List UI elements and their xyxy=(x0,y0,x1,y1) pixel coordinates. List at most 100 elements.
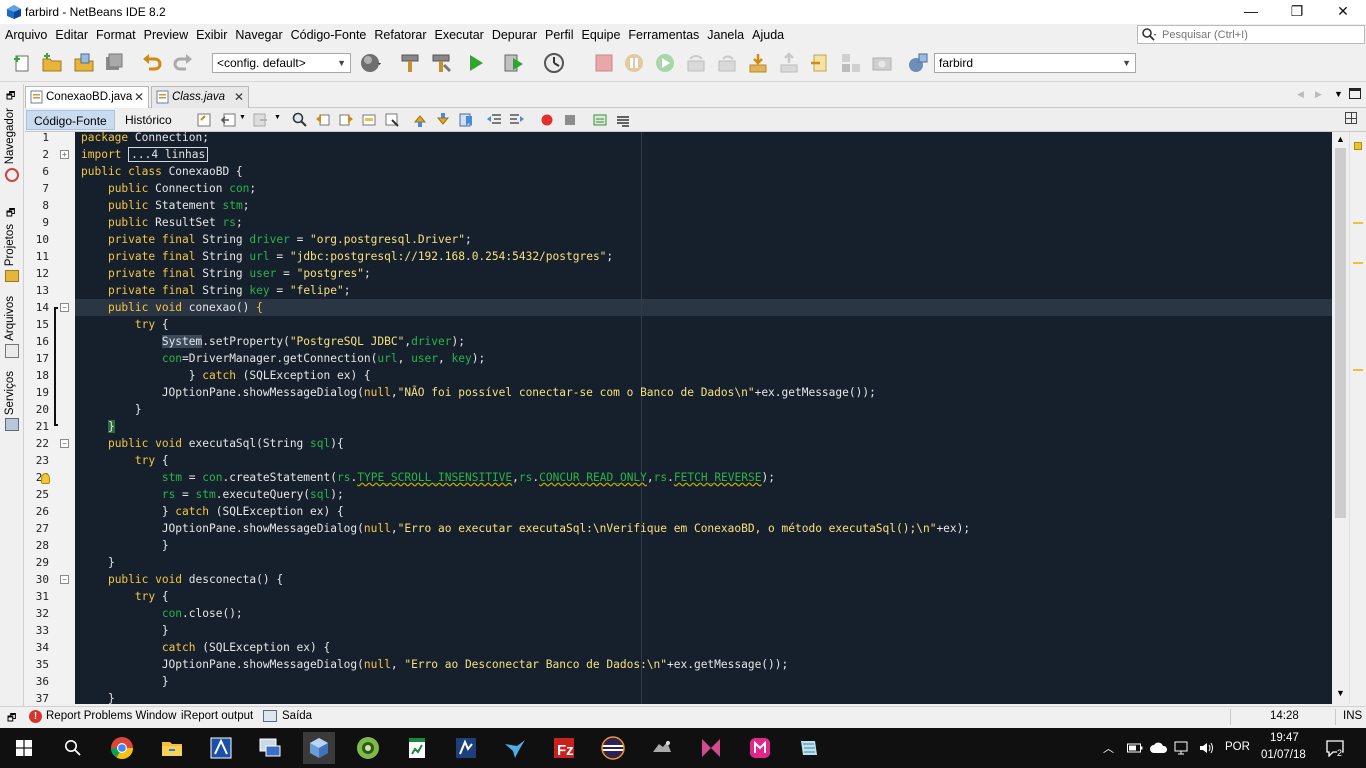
bird-app-icon[interactable] xyxy=(499,732,531,764)
code-line[interactable]: public void desconecta() { xyxy=(81,571,283,588)
find-selection-icon[interactable] xyxy=(360,111,378,129)
code-line[interactable]: } catch (SQLException ex) { xyxy=(81,367,371,384)
show-opened-documents-icon[interactable]: ▼ xyxy=(1334,89,1343,99)
code-line[interactable]: try { xyxy=(81,588,169,605)
code-line[interactable]: con=DriverManager.getConnection(url, use… xyxy=(81,350,485,367)
menu-ajuda[interactable]: Ajuda xyxy=(748,24,788,46)
forward-dropdown-icon[interactable]: ▼ xyxy=(274,114,281,121)
forward-icon[interactable] xyxy=(251,111,269,129)
menu-refatorar[interactable]: Refatorar xyxy=(370,24,430,46)
warning-marker[interactable] xyxy=(1353,262,1363,264)
code-line[interactable]: } catch (SQLException ex) { xyxy=(81,503,344,520)
menu-exibir[interactable]: Exibir xyxy=(192,24,231,46)
code-line[interactable]: JOptionPane.showMessageDialog(null,"NÃO … xyxy=(81,384,876,401)
code-line[interactable]: } xyxy=(81,673,169,690)
code-area[interactable]: package Connection; import ...4 linhas pub… xyxy=(81,132,1331,704)
media-app-icon[interactable] xyxy=(744,732,776,764)
editor-vertical-scrollbar[interactable]: ▲ ▼ xyxy=(1332,132,1349,704)
code-line[interactable]: private final String driver = "org.postg… xyxy=(81,231,472,248)
menu-codigo-fonte[interactable]: Código-Fonte xyxy=(287,24,371,46)
step-out-icon[interactable] xyxy=(777,51,801,75)
android-studio-icon[interactable] xyxy=(352,732,384,764)
undo-icon[interactable] xyxy=(140,51,164,75)
previous-bookmark-icon[interactable] xyxy=(411,111,429,129)
code-line[interactable]: public ResultSet rs; xyxy=(81,214,243,231)
back-dropdown-icon[interactable]: ▼ xyxy=(239,114,246,121)
scroll-tabs-right-icon[interactable]: ▶ xyxy=(1315,89,1322,100)
code-line[interactable]: private final String key = "felipe"; xyxy=(81,282,351,299)
new-project-icon[interactable] xyxy=(40,51,64,75)
profile-icon[interactable] xyxy=(542,51,566,75)
start-macro-recording-icon[interactable] xyxy=(538,111,556,129)
warning-status-icon[interactable] xyxy=(1354,142,1362,150)
code-line[interactable]: } xyxy=(81,554,115,571)
code-line[interactable]: private final String user = "postgres"; xyxy=(81,265,371,282)
find-icon[interactable] xyxy=(291,111,309,129)
menu-depurar[interactable]: Depurar xyxy=(488,24,541,46)
code-line[interactable]: import ...4 linhas xyxy=(81,146,209,163)
stop-macro-recording-icon[interactable] xyxy=(561,111,579,129)
code-line[interactable]: try { xyxy=(81,316,169,333)
scroll-tabs-left-icon[interactable]: ◀ xyxy=(1297,89,1304,100)
volume-icon[interactable] xyxy=(1198,741,1214,755)
config-combo[interactable]: <config. default> ▼ xyxy=(212,53,351,73)
find-previous-icon[interactable] xyxy=(314,111,332,129)
clean-build-icon[interactable] xyxy=(429,51,453,75)
restore-window-group-icon[interactable]: 🗗 xyxy=(7,711,16,728)
tab-conexaobd[interactable]: ConexaoBD.java ✕ xyxy=(25,86,149,108)
code-line[interactable]: stm = con.createStatement(rs.TYPE_SCROLL… xyxy=(81,469,775,486)
save-all-icon[interactable] xyxy=(102,51,126,75)
tab-class[interactable]: Class.java ✕ xyxy=(151,86,249,108)
redo-icon[interactable] xyxy=(171,51,195,75)
menu-janela[interactable]: Janela xyxy=(703,24,748,46)
menu-navegar[interactable]: Navegar xyxy=(231,24,286,46)
step-over-expr-icon[interactable] xyxy=(715,51,739,75)
continue-icon[interactable] xyxy=(653,51,677,75)
scroll-down-icon[interactable]: ▼ xyxy=(1336,688,1345,698)
network-app-icon[interactable] xyxy=(254,732,286,764)
menu-equipe[interactable]: Equipe xyxy=(577,24,624,46)
start-page-icon[interactable] xyxy=(591,111,609,129)
app-blue-icon[interactable] xyxy=(205,732,237,764)
code-editor[interactable]: 12+67891011121314−1516171819202122−23242… xyxy=(25,132,1332,704)
warning-marker[interactable] xyxy=(1353,369,1363,371)
menu-arquivo[interactable]: Arquivo xyxy=(1,24,51,46)
output-window[interactable]: Saída xyxy=(282,710,312,722)
shift-right-icon[interactable] xyxy=(508,111,526,129)
project-combo[interactable]: farbird ▼ xyxy=(934,53,1136,73)
warning-marker[interactable] xyxy=(1353,222,1363,224)
code-line[interactable]: rs = stm.executeQuery(sql); xyxy=(81,486,344,503)
filezilla-icon[interactable]: Fz xyxy=(548,732,580,764)
toggle-highlight-icon[interactable] xyxy=(383,111,401,129)
code-line[interactable]: System.setProperty("PostgreSQL JDBC",dri… xyxy=(81,333,465,350)
search-icon[interactable] xyxy=(64,739,82,757)
split-editor-icon[interactable] xyxy=(1345,112,1357,124)
code-line[interactable]: } xyxy=(81,401,142,418)
spreadsheet-app-icon[interactable] xyxy=(401,732,433,764)
network-icon[interactable] xyxy=(1174,741,1192,755)
code-line[interactable]: public Connection con; xyxy=(81,180,256,197)
search-box[interactable] xyxy=(1137,25,1365,44)
game-app-icon[interactable] xyxy=(646,732,678,764)
lightbulb-hint-icon[interactable] xyxy=(41,473,50,484)
panel-navegador[interactable]: Navegador xyxy=(4,108,16,164)
fold-toggle-icon[interactable]: − xyxy=(60,303,69,312)
windows-start-icon[interactable] xyxy=(16,740,32,756)
apply-code-changes-icon[interactable] xyxy=(839,51,863,75)
next-bookmark-icon[interactable] xyxy=(434,111,452,129)
input-language[interactable]: POR xyxy=(1225,741,1250,753)
code-line[interactable]: catch (SQLException ex) { xyxy=(81,639,330,656)
back-icon[interactable] xyxy=(220,111,238,129)
menu-format[interactable]: Format xyxy=(92,24,140,46)
code-line[interactable]: } xyxy=(81,537,169,554)
network-tool-icon[interactable] xyxy=(450,732,482,764)
shift-left-icon[interactable] xyxy=(485,111,503,129)
pause-icon[interactable] xyxy=(622,51,646,75)
run-icon[interactable] xyxy=(464,51,488,75)
globe-icon[interactable] xyxy=(359,51,383,75)
code-line[interactable]: private final String url = "jdbc:postgre… xyxy=(81,248,613,265)
run-to-cursor-icon[interactable] xyxy=(808,51,832,75)
find-next-icon[interactable] xyxy=(337,111,355,129)
error-stripe[interactable] xyxy=(1349,132,1366,704)
panel-arquivos[interactable]: Arquivos xyxy=(4,296,16,341)
